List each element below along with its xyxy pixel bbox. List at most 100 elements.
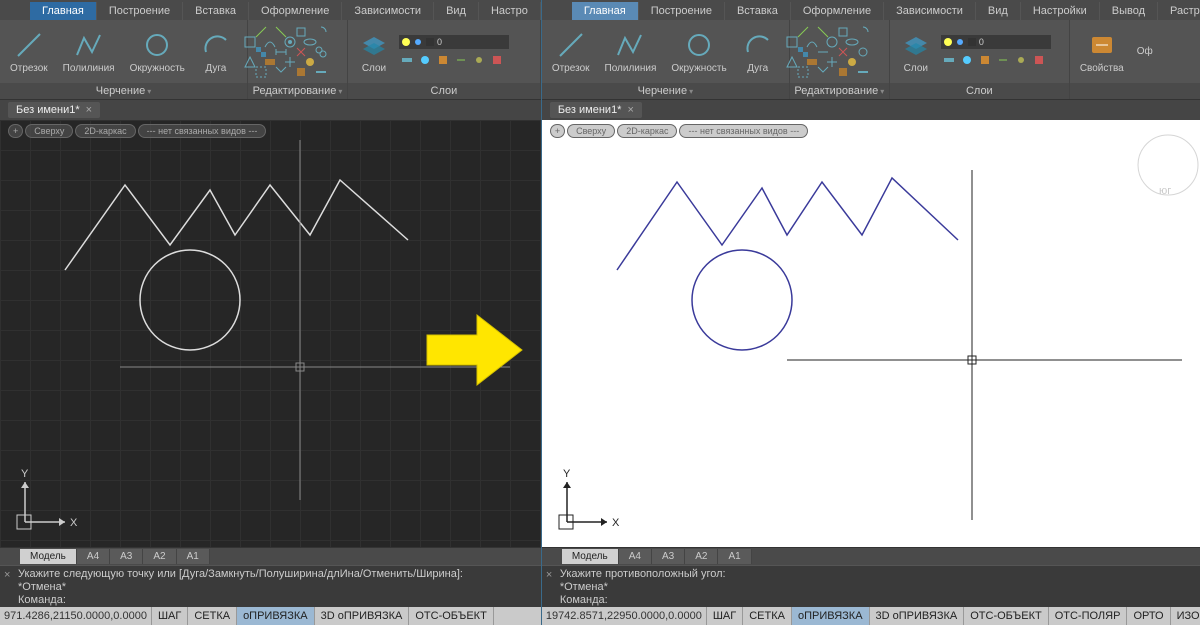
cmd-close-icon[interactable]: × xyxy=(4,568,18,605)
tab-settings[interactable]: Настройки xyxy=(1021,2,1100,20)
tool-arc[interactable]: Дуга xyxy=(736,27,780,76)
lyr5[interactable] xyxy=(1013,51,1029,69)
lyr3[interactable] xyxy=(977,51,993,69)
cmd-close-icon[interactable]: × xyxy=(546,568,560,605)
tab-format[interactable]: Оформление xyxy=(791,2,884,20)
edit-sm-5[interactable] xyxy=(252,43,270,61)
status-step-r[interactable]: ШАГ xyxy=(707,607,743,625)
canvas-right[interactable]: + Сверху 2D-каркас --- нет связанных вид… xyxy=(542,120,1200,547)
vtag-plus[interactable]: + xyxy=(8,124,23,138)
edit-sm-4[interactable] xyxy=(312,23,330,41)
tab-insert[interactable]: Вставка xyxy=(183,2,249,20)
status-ortho-r[interactable]: ОРТО xyxy=(1127,607,1170,625)
status-grid-r[interactable]: СЕТКА xyxy=(743,607,792,625)
lyr6[interactable] xyxy=(1031,51,1047,69)
lyr2[interactable] xyxy=(959,51,975,69)
lyr4[interactable] xyxy=(995,51,1011,69)
er3[interactable] xyxy=(834,23,852,41)
vtag-plus-r[interactable]: + xyxy=(550,124,565,138)
close-icon[interactable]: × xyxy=(627,104,633,116)
er11[interactable] xyxy=(834,63,852,81)
vtag-linked-r[interactable]: --- нет связанных видов --- xyxy=(679,124,808,138)
tool-circle[interactable]: Окружность xyxy=(124,27,191,76)
command-box-left[interactable]: × Укажите следующую точку или [Дуга/Замк… xyxy=(0,565,541,607)
layer-combo[interactable]: 0 xyxy=(399,35,509,49)
ly-4[interactable] xyxy=(453,51,469,69)
layout-a2-r[interactable]: A2 xyxy=(685,549,718,564)
layout-model-r[interactable]: Модель xyxy=(562,549,619,564)
edit-sm-10[interactable] xyxy=(272,63,290,81)
file-tab-r[interactable]: Без имени1*× xyxy=(550,102,642,118)
tab-format[interactable]: Оформление xyxy=(249,2,342,20)
layout-a4[interactable]: A4 xyxy=(77,549,110,564)
status-3dosnap-r[interactable]: 3D оПРИВЯЗКА xyxy=(870,607,965,625)
ly-5[interactable] xyxy=(471,51,487,69)
status-grid[interactable]: СЕТКА xyxy=(188,607,237,625)
tab-main[interactable]: Главная xyxy=(30,2,97,20)
tab-insert[interactable]: Вставка xyxy=(725,2,791,20)
tool-layers[interactable]: Слои xyxy=(352,27,396,76)
status-step[interactable]: ШАГ xyxy=(152,607,188,625)
tab-constraints[interactable]: Зависимости xyxy=(884,2,976,20)
er2[interactable] xyxy=(814,23,832,41)
layer-combo-r[interactable]: 0 xyxy=(941,35,1051,49)
vtag-frame-r[interactable]: 2D-каркас xyxy=(617,124,677,138)
tool-segment[interactable]: Отрезок xyxy=(4,27,54,76)
edit-sm-9[interactable] xyxy=(252,63,270,81)
tab-raster[interactable]: Растр xyxy=(1158,2,1200,20)
tab-build[interactable]: Построение xyxy=(97,2,183,20)
vtag-top-r[interactable]: Сверху xyxy=(567,124,615,138)
tab-settings[interactable]: Настро xyxy=(479,2,541,20)
tab-view[interactable]: Вид xyxy=(434,2,479,20)
close-icon[interactable]: × xyxy=(86,104,92,116)
er5[interactable] xyxy=(794,43,812,61)
layout-a4-r[interactable]: A4 xyxy=(619,549,652,564)
er9[interactable] xyxy=(794,63,812,81)
layout-a3-r[interactable]: A3 xyxy=(652,549,685,564)
ly-6[interactable] xyxy=(489,51,505,69)
file-tab[interactable]: Без имени1*× xyxy=(8,102,100,118)
tool-polyline[interactable]: Полилиния xyxy=(599,27,663,76)
er6[interactable] xyxy=(814,43,832,61)
er4[interactable] xyxy=(854,23,872,41)
status-iso-r[interactable]: ИЗО xyxy=(1171,607,1200,625)
layout-a3[interactable]: A3 xyxy=(110,549,143,564)
ly-1[interactable] xyxy=(399,51,415,69)
status-osnap-r[interactable]: оПРИВЯЗКА xyxy=(792,607,870,625)
edit-sm-7[interactable] xyxy=(292,43,310,61)
edit-sm-12[interactable] xyxy=(312,63,330,81)
tab-constraints[interactable]: Зависимости xyxy=(342,2,434,20)
edit-sm-2[interactable] xyxy=(272,23,290,41)
vtag-top[interactable]: Сверху xyxy=(25,124,73,138)
tool-props[interactable]: Свойства xyxy=(1074,27,1130,76)
tool-of[interactable]: Оф xyxy=(1133,42,1157,61)
status-otrack-r[interactable]: ОТС-ОБЪЕКТ xyxy=(964,607,1048,625)
lyr1[interactable] xyxy=(941,51,957,69)
tab-main[interactable]: Главная xyxy=(572,2,639,20)
tab-view[interactable]: Вид xyxy=(976,2,1021,20)
layout-model[interactable]: Модель xyxy=(20,549,77,564)
command-box-right[interactable]: × Укажите противоположный угол:*Отмена*К… xyxy=(542,565,1200,607)
ly-2[interactable] xyxy=(417,51,433,69)
tool-polyline[interactable]: Полилиния xyxy=(57,27,121,76)
edit-sm-6[interactable] xyxy=(272,43,290,61)
edit-sm-1[interactable] xyxy=(252,23,270,41)
layout-a1-r[interactable]: A1 xyxy=(718,549,751,564)
tool-layers-r[interactable]: Слои xyxy=(894,27,938,76)
status-osnap[interactable]: оПРИВЯЗКА xyxy=(237,607,315,625)
edit-sm-11[interactable] xyxy=(292,63,310,81)
vtag-frame[interactable]: 2D-каркас xyxy=(75,124,135,138)
ly-3[interactable] xyxy=(435,51,451,69)
status-polar-r[interactable]: ОТС-ПОЛЯР xyxy=(1049,607,1128,625)
er7[interactable] xyxy=(834,43,852,61)
er12[interactable] xyxy=(854,63,872,81)
er8[interactable] xyxy=(854,43,872,61)
edit-sm-8[interactable] xyxy=(312,43,330,61)
tool-arc[interactable]: Дуга xyxy=(194,27,238,76)
tool-segment[interactable]: Отрезок xyxy=(546,27,596,76)
status-3dosnap[interactable]: 3D оПРИВЯЗКА xyxy=(315,607,410,625)
tool-circle[interactable]: Окружность xyxy=(665,27,732,76)
status-otrack[interactable]: ОТС-ОБЪЕКТ xyxy=(409,607,493,625)
edit-sm-3[interactable] xyxy=(292,23,310,41)
tab-build[interactable]: Построение xyxy=(639,2,725,20)
